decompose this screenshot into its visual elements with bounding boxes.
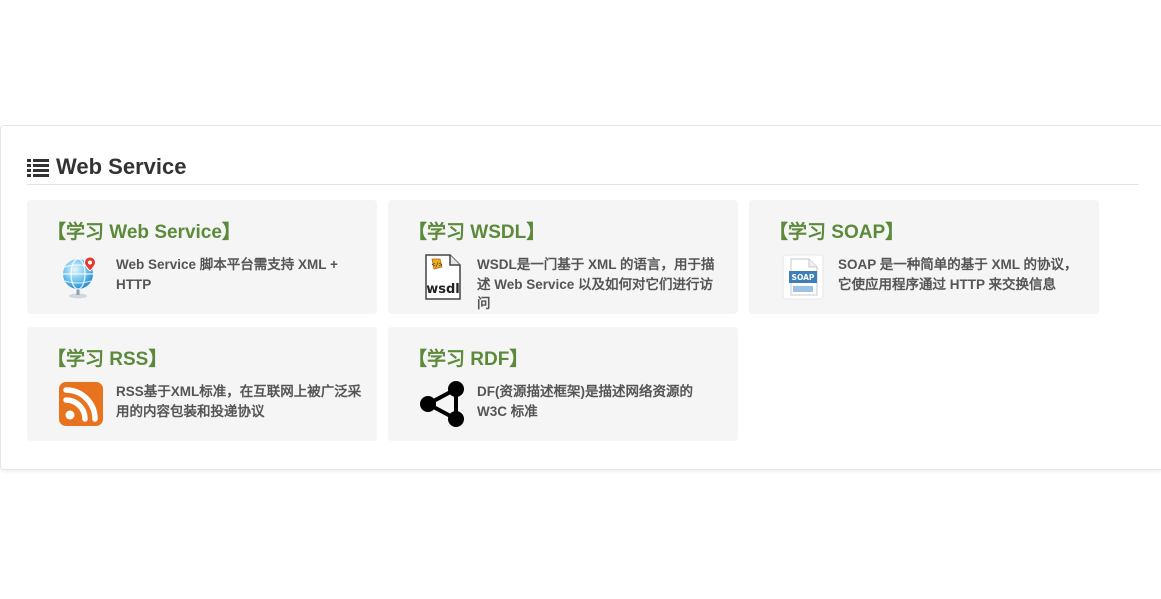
card-description: DF(资源描述框架)是描述网络资源的 W3C 标准: [477, 384, 693, 419]
wsdl-file-icon: </> wsdl: [418, 253, 466, 301]
globe-pin-icon: [57, 253, 105, 301]
card-description: RSS基于XML标准，在互联网上被广泛采用的内容包装和投递协议: [116, 384, 362, 419]
svg-text:</>: </>: [432, 262, 443, 269]
web-service-panel: Web Service 【学习 Web Service】 Web Service…: [0, 125, 1161, 470]
section-title: Web Service: [56, 154, 187, 179]
card-web-service[interactable]: 【学习 Web Service】 Web Service 脚本平台需支持 XML…: [27, 200, 377, 314]
soap-icon-label: SOAP: [792, 273, 815, 282]
card-title[interactable]: 【学习 Web Service】: [47, 217, 241, 244]
card-wsdl[interactable]: 【学习 WSDL】 </> wsdl WSDL是一门基于 XML 的语言，用于描…: [388, 200, 738, 314]
card-soap[interactable]: 【学习 SOAP】 SOAP SOAP 是一种简单的基于 XML 的协议，它使应…: [749, 200, 1099, 314]
card-title[interactable]: 【学习 RDF】: [408, 344, 528, 371]
card-title[interactable]: 【学习 WSDL】: [408, 217, 545, 244]
card-rdf[interactable]: 【学习 RDF】 DF(资源描述框架)是描述网络资源的 W3C 标准: [388, 327, 738, 441]
card-title[interactable]: 【学习 RSS】: [47, 344, 167, 371]
card-description: WSDL是一门基于 XML 的语言，用于描述 Web Service 以及如何对…: [477, 257, 715, 311]
rss-icon: [57, 380, 105, 428]
wsdl-icon-label: wsdl: [426, 282, 460, 297]
card-title[interactable]: 【学习 SOAP】: [769, 217, 904, 244]
card-rss[interactable]: 【学习 RSS】 RSS基于XML标准，在互联网上被广泛采用的内容包装和投递协议: [27, 327, 377, 441]
soap-file-icon: SOAP: [779, 253, 827, 301]
section-header: Web Service: [27, 154, 1139, 185]
card-description: SOAP 是一种简单的基于 XML 的协议，它使应用程序通过 HTTP 来交换信…: [838, 257, 1078, 292]
card-description: Web Service 脚本平台需支持 XML + HTTP: [116, 257, 338, 292]
list-icon: [27, 158, 49, 177]
share-nodes-icon: [418, 380, 466, 428]
